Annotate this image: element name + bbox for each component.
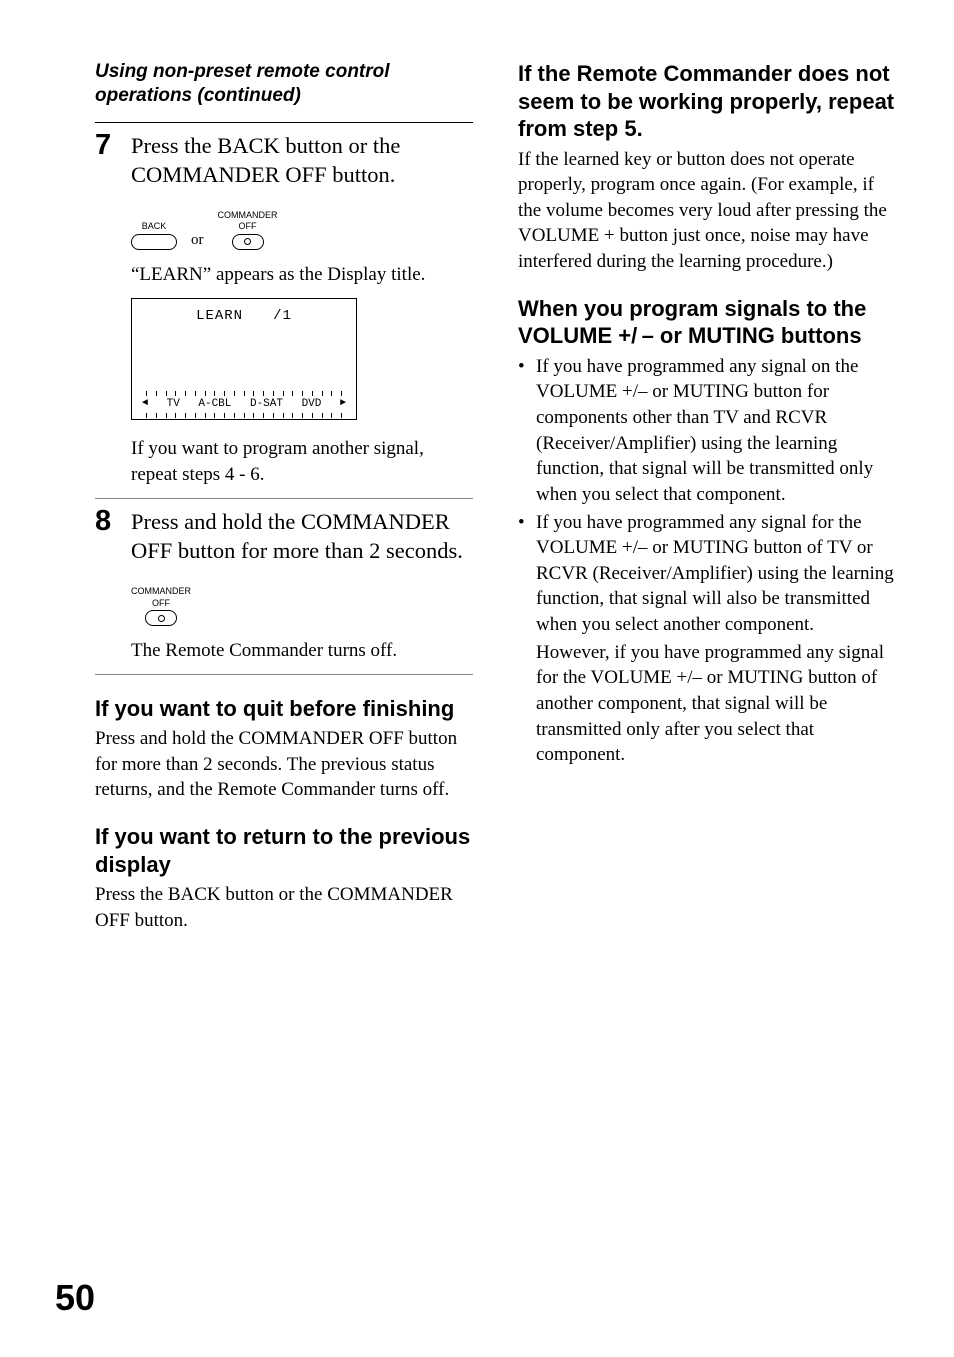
remote-turns-off-text: The Remote Commander turns off. xyxy=(131,638,473,664)
section-quit-title: If you want to quit before finishing xyxy=(95,695,473,723)
lcd-slash1-text: /1 xyxy=(273,307,292,326)
bullet-2-continuation: However, if you have programmed any sign… xyxy=(536,640,896,768)
commander-off-button-icon xyxy=(232,234,264,250)
divider xyxy=(95,122,473,123)
running-head: Using non-preset remote control operatio… xyxy=(95,60,473,108)
bullet-2-text: If you have programmed any signal for th… xyxy=(536,510,896,638)
commander-off-label-line2: OFF xyxy=(239,222,257,231)
or-text: or xyxy=(191,230,204,250)
section-quit-body: Press and hold the COMMANDER OFF button … xyxy=(95,726,473,803)
section-return-title: If you want to return to the previous di… xyxy=(95,823,473,878)
learn-appears-text: “LEARN” appears as the Display title. xyxy=(131,262,473,288)
lcd-arrow-right-icon: ► xyxy=(340,397,346,412)
page-number: 50 xyxy=(55,1277,95,1319)
bullet-icon: • xyxy=(518,510,532,638)
bullet-1-text: If you have programmed any signal on the… xyxy=(536,354,896,508)
lcd-acbl: A-CBL xyxy=(198,397,231,412)
lcd-display: LEARN /1 ◄ TV A-CBL D-SAT DVD ► xyxy=(131,298,357,421)
lcd-arrow-left-icon: ◄ xyxy=(142,397,148,412)
commander-off-button-icon xyxy=(145,610,177,626)
section-not-working-body: If the learned key or button does not op… xyxy=(518,147,896,275)
back-button-icon xyxy=(131,234,177,250)
lcd-learn-text: LEARN xyxy=(196,307,243,326)
divider xyxy=(95,674,473,675)
back-button-label: BACK xyxy=(142,222,167,231)
commander-off-label-line1: COMMANDER xyxy=(131,587,191,596)
commander-off-label-line1: COMMANDER xyxy=(218,211,278,220)
lcd-tv: TV xyxy=(167,397,180,412)
lcd-dsat: D-SAT xyxy=(250,397,283,412)
section-return-body: Press the BACK button or the COMMANDER O… xyxy=(95,882,473,933)
section-not-working-title: If the Remote Commander does not seem to… xyxy=(518,60,896,143)
step-8-text: Press and hold the COMMANDER OFF button … xyxy=(131,507,473,566)
section-volume-title: When you program signals to the VOLUME +… xyxy=(518,295,896,350)
commander-off-label-line2: OFF xyxy=(152,599,170,608)
repeat-steps-text: If you want to program another signal, r… xyxy=(131,436,473,487)
divider xyxy=(95,498,473,499)
step-number-7: 7 xyxy=(95,131,117,160)
step-7-text: Press the BACK button or the COMMANDER O… xyxy=(131,131,473,190)
step-number-8: 8 xyxy=(95,507,117,536)
lcd-dvd: DVD xyxy=(302,397,322,412)
bullet-icon: • xyxy=(518,354,532,508)
